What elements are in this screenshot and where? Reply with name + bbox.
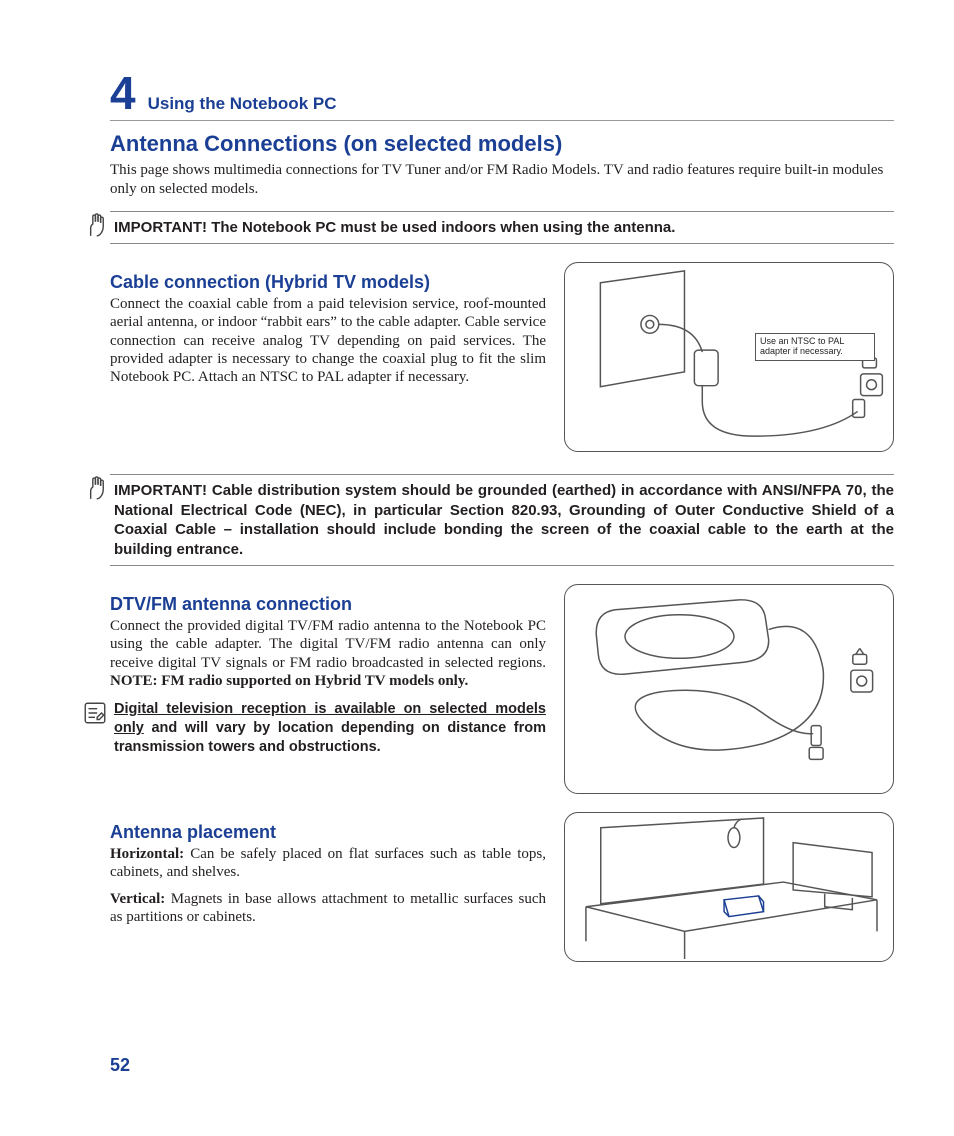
- dtv-body: Connect the provided digital TV/FM radio…: [110, 617, 546, 690]
- dtv-note-text: Digital television reception is availabl…: [114, 700, 546, 757]
- chapter-header: 4 Using the Notebook PC: [110, 70, 894, 121]
- important-notice-2: IMPORTANT! Cable distribution system sho…: [110, 474, 894, 566]
- important-1-text: IMPORTANT! The Notebook PC must be used …: [114, 212, 675, 244]
- page-title: Antenna Connections (on selected models): [110, 131, 894, 157]
- dtv-figure: [564, 584, 894, 794]
- dtv-note-rest: and will vary by location depending on d…: [114, 720, 546, 755]
- placement-heading: Antenna placement: [110, 822, 546, 843]
- dtv-note: Digital television reception is availabl…: [110, 700, 546, 757]
- placement-h-label: Horizontal:: [110, 846, 184, 862]
- dtv-heading: DTV/FM antenna connection: [110, 594, 546, 615]
- important-notice-1: IMPORTANT! The Notebook PC must be used …: [110, 211, 894, 245]
- placement-vertical: Vertical: Magnets in base allows attachm…: [110, 890, 546, 927]
- important-2-text: IMPORTANT! Cable distribution system sho…: [114, 475, 894, 565]
- cable-figure-label: Use an NTSC to PAL adapter if necessary.: [755, 333, 875, 361]
- intro-text: This page shows multimedia connections f…: [110, 161, 894, 199]
- important-hand-icon: [82, 212, 108, 243]
- placement-v-body: Magnets in base allows attachment to met…: [110, 891, 546, 925]
- cable-figure: Use an NTSC to PAL adapter if necessary.: [564, 262, 894, 452]
- placement-v-label: Vertical:: [110, 891, 165, 907]
- cable-body: Connect the coaxial cable from a paid te…: [110, 295, 546, 386]
- chapter-title: Using the Notebook PC: [148, 94, 337, 114]
- placement-horizontal: Horizontal: Can be safely placed on flat…: [110, 845, 546, 882]
- cable-heading: Cable connection (Hybrid TV models): [110, 272, 546, 293]
- page-number: 52: [110, 1055, 130, 1076]
- placement-section: Antenna placement Horizontal: Can be saf…: [110, 812, 894, 962]
- dtv-body-plain: Connect the provided digital TV/FM radio…: [110, 618, 546, 671]
- dtv-body-bold: NOTE: FM radio supported on Hybrid TV mo…: [110, 673, 468, 689]
- chapter-number: 4: [110, 70, 136, 116]
- dtv-fm-section: DTV/FM antenna connection Connect the pr…: [110, 584, 894, 794]
- important-hand-icon: [82, 475, 108, 506]
- placement-figure: [564, 812, 894, 962]
- note-pencil-icon: [82, 700, 108, 731]
- cable-connection-section: Cable connection (Hybrid TV models) Conn…: [110, 262, 894, 452]
